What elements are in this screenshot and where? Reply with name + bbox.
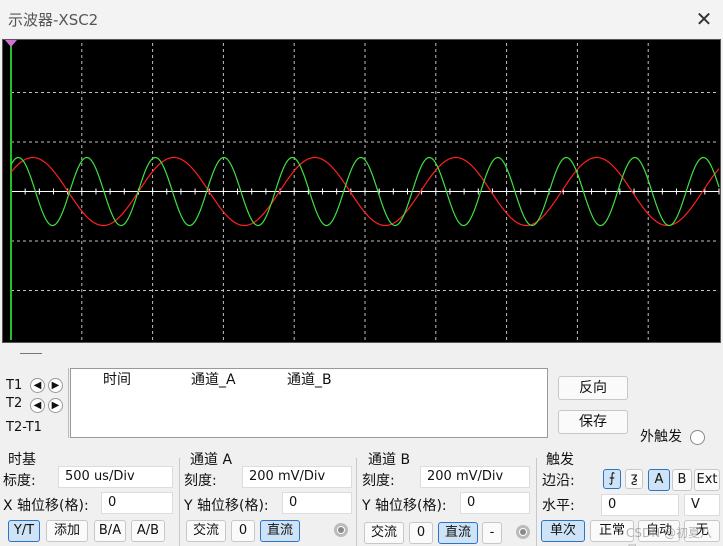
cursor-t1-left-button[interactable]: ◀: [30, 378, 45, 393]
channel-a-title: 通道 A: [190, 452, 233, 468]
trigger-level-field[interactable]: 0: [601, 494, 679, 516]
trigger-edge-label: 边沿:: [542, 473, 575, 489]
channel-b-radio[interactable]: [516, 525, 530, 539]
channel-a-scale-field[interactable]: 200 mV/Div: [242, 466, 352, 488]
timebase-scale-field[interactable]: 500 us/Div: [58, 466, 173, 488]
timebase-x-offset-field[interactable]: 0: [101, 492, 173, 514]
external-trigger-label: 外触发: [640, 429, 682, 445]
trigger-single-button[interactable]: 单次: [541, 520, 585, 542]
channel-b-dc-button[interactable]: 直流: [438, 522, 478, 544]
trigger-source-ext-button[interactable]: Ext: [694, 469, 720, 491]
channel-a-radio[interactable]: [334, 523, 348, 537]
divider: [356, 458, 357, 546]
channel-b-ac-button[interactable]: 交流: [364, 522, 404, 544]
cursor-t2-right-button[interactable]: ▶: [48, 398, 63, 413]
watermark: CSDN @初夏八月: [626, 526, 713, 546]
divider: [536, 458, 537, 546]
channel-a-y-offset-label: Y 轴位移(格):: [184, 498, 269, 514]
channel-b-y-offset-field[interactable]: 0: [460, 492, 530, 514]
timebase-mode-ba-button[interactable]: B/A: [94, 520, 126, 542]
window-title: 示波器-XSC2: [8, 11, 99, 29]
channel-a-y-offset-field[interactable]: 0: [282, 492, 352, 514]
rising-edge-icon[interactable]: ⨍: [603, 469, 621, 489]
channel-a-dc-button[interactable]: 直流: [260, 520, 300, 542]
cursor-t2-left-button[interactable]: ◀: [30, 398, 45, 413]
timebase-mode-yt-button[interactable]: Y/T: [8, 520, 40, 542]
channel-a-scale-label: 刻度:: [184, 473, 217, 489]
trigger-level-label: 水平:: [542, 498, 575, 514]
channel-a-ac-button[interactable]: 交流: [186, 520, 226, 542]
channel-b-zero-button[interactable]: 0: [409, 522, 433, 544]
cursor-t1-label: T1: [6, 378, 23, 393]
trigger-source-a-button[interactable]: A: [648, 469, 670, 491]
cursor-t2-t1-label: T2-T1: [6, 420, 42, 435]
close-icon[interactable]: ✕: [691, 6, 717, 32]
external-trigger-radio[interactable]: [690, 430, 705, 445]
cursor-marker: [5, 40, 17, 47]
divider: [179, 458, 180, 546]
cursor-t2-label: T2: [6, 396, 23, 411]
trigger-source-b-button[interactable]: B: [672, 469, 692, 491]
timebase-mode-add-button[interactable]: 添加: [46, 520, 88, 542]
cursor-panel: T1 ◀ ▶ T2 ◀ ▶ T2-T1: [2, 368, 69, 438]
waveform-display: [5, 40, 720, 340]
splitter-handle[interactable]: [20, 353, 42, 354]
channel-b-scale-field[interactable]: 200 mV/Div: [420, 466, 530, 488]
channel-b-scale-label: 刻度:: [362, 473, 395, 489]
oscilloscope-screen: [2, 39, 721, 343]
save-button[interactable]: 保存: [558, 410, 628, 434]
timebase-scale-label: 标度:: [3, 473, 36, 489]
channel-b-y-offset-label: Y 轴位移(格):: [362, 498, 447, 514]
measurement-readout: 时间 通道_A 通道_B: [70, 368, 548, 438]
cursor-t1-right-button[interactable]: ▶: [48, 378, 63, 393]
channel-a-zero-button[interactable]: 0: [231, 520, 255, 542]
title-bar: 示波器-XSC2 ✕: [0, 0, 723, 38]
readout-header-channel-b: 通道_B: [287, 372, 332, 388]
timebase-title: 时基: [8, 452, 36, 468]
falling-edge-icon[interactable]: ƺ: [625, 469, 643, 489]
timebase-mode-ab-button[interactable]: A/B: [131, 520, 165, 542]
channel-b-title: 通道 B: [368, 452, 411, 468]
readout-header-time: 时间: [103, 372, 131, 388]
trigger-title: 触发: [546, 452, 574, 468]
trigger-level-unit-field[interactable]: V: [684, 494, 720, 516]
channel-b-invert-button[interactable]: -: [482, 522, 502, 544]
reverse-button[interactable]: 反向: [558, 376, 628, 400]
readout-header-channel-a: 通道_A: [191, 372, 236, 388]
timebase-x-offset-label: X 轴位移(格):: [3, 498, 89, 514]
